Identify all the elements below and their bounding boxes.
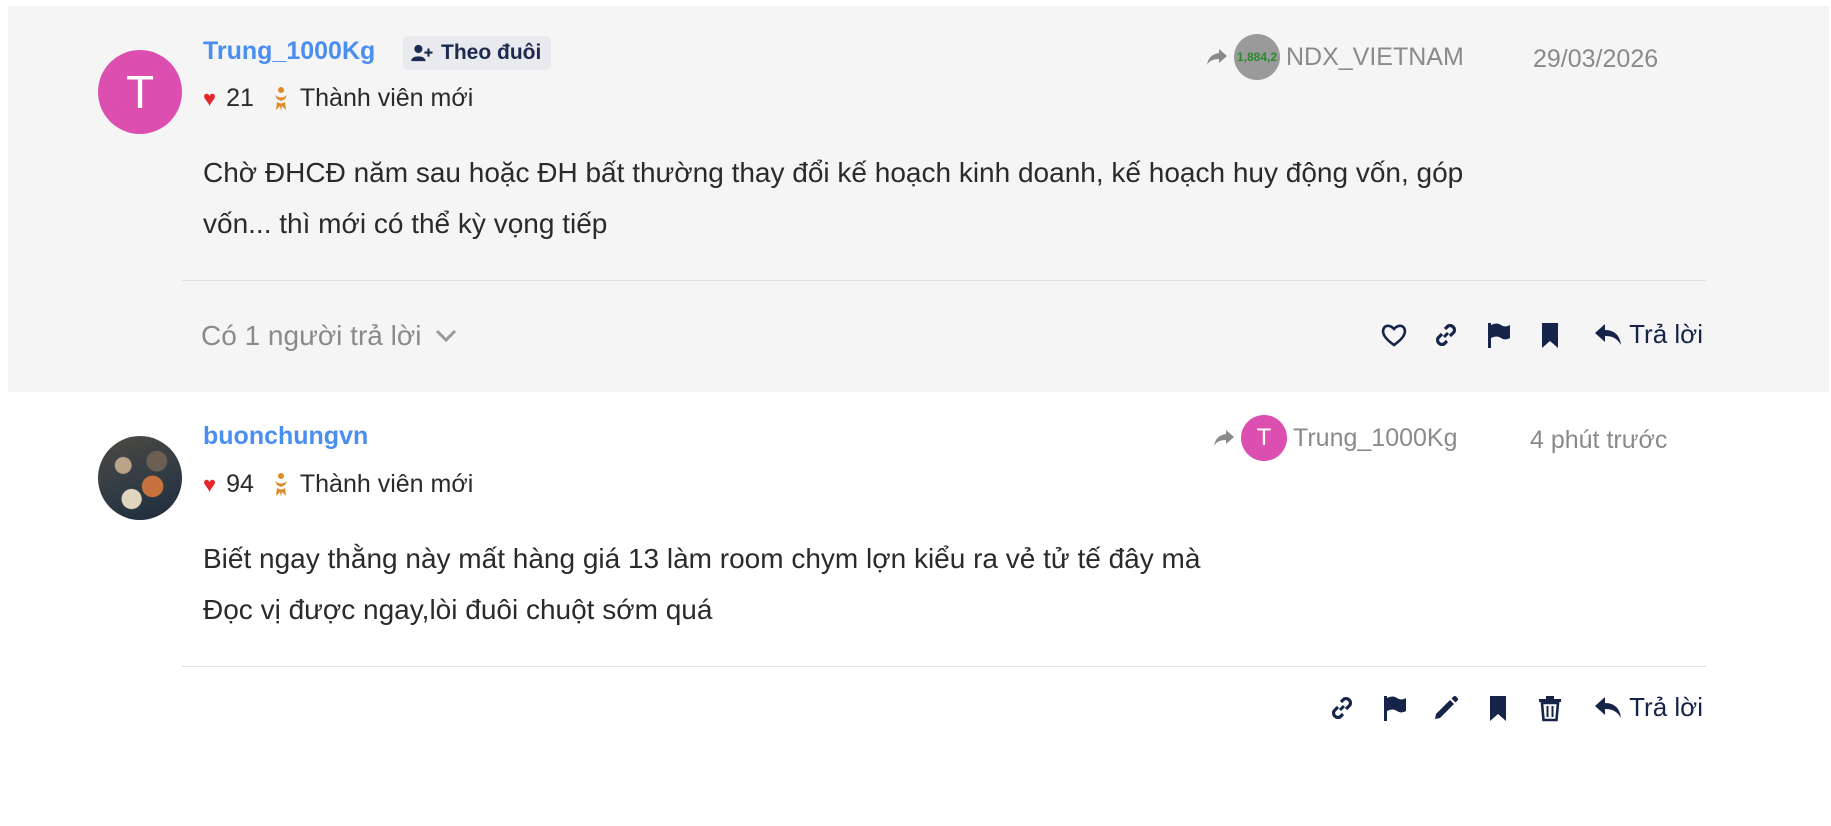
user-plus-icon (411, 44, 433, 62)
link-icon (1332, 696, 1353, 719)
divider (182, 666, 1706, 667)
user-meta: ♥ 94 Thành viên mới (203, 470, 473, 499)
replies-count-label: Có 1 người trả lời (201, 320, 422, 351)
link-icon (1436, 323, 1457, 346)
flag-icon (1384, 695, 1407, 721)
comment-body: Chờ ĐHCĐ năm sau hoặc ĐH bất thường thay… (203, 147, 1463, 249)
comment-body-line: Chờ ĐHCĐ năm sau hoặc ĐH bất thường thay… (203, 157, 1464, 188)
comment-body-line: Đọc vị được ngay,lòi đuôi chuột sớm quá (203, 594, 713, 625)
heart-outline-icon (1381, 324, 1407, 347)
heart-icon: ♥ (203, 471, 217, 497)
follow-button[interactable]: Theo đuôi (403, 36, 552, 70)
report-button[interactable] (1379, 693, 1409, 723)
username-link[interactable]: Trung_1000Kg (203, 37, 375, 66)
share-arrow-icon (1207, 49, 1227, 65)
copy-link-button[interactable] (1431, 320, 1461, 350)
follow-label: Theo đuôi (441, 41, 542, 64)
reply-to-avatar: 1,884,2 (1234, 34, 1280, 80)
comment-actions: Trả lời (1379, 319, 1703, 350)
share-arrow-icon (1214, 430, 1234, 446)
comment-actions: Trả lời (1327, 692, 1703, 723)
delete-button[interactable] (1535, 693, 1565, 723)
like-count: 94 (226, 470, 254, 498)
reply-to[interactable]: T Trung_1000Kg (1213, 415, 1457, 461)
reply-label: Trả lời (1629, 319, 1703, 349)
comment-item: T Trung_1000Kg Theo đuôi ♥ 21 Thành viên… (8, 6, 1829, 392)
flag-icon (1488, 322, 1511, 348)
edit-button[interactable] (1431, 693, 1461, 723)
comment-body: Biết ngay thằng này mất hàng giá 13 làm … (203, 533, 1200, 635)
new-member-icon (272, 472, 290, 498)
member-badge: Thành viên mới (299, 84, 474, 112)
new-member-icon (272, 86, 290, 112)
avatar[interactable]: T (98, 50, 182, 134)
reply-to-username: Trung_1000Kg (1293, 423, 1458, 452)
replies-toggle[interactable]: Có 1 người trả lời (201, 320, 457, 352)
comment-date: 4 phút trước (1530, 426, 1668, 454)
trash-icon (1539, 695, 1562, 721)
like-count: 21 (226, 84, 254, 112)
divider (182, 280, 1706, 281)
bookmark-icon (1490, 695, 1507, 721)
reply-to-avatar: T (1241, 415, 1287, 461)
reply-arrow-icon (1595, 323, 1622, 345)
avatar[interactable] (98, 436, 182, 520)
bookmark-button[interactable] (1483, 693, 1513, 723)
pencil-icon (1435, 695, 1459, 719)
reply-to[interactable]: 1,884,2 NDX_VIETNAM (1206, 34, 1464, 80)
member-badge: Thành viên mới (299, 470, 474, 498)
comment-body-line: Biết ngay thằng này mất hàng giá 13 làm … (203, 543, 1201, 574)
comment-body-line: vốn... thì mới có thể kỳ vọng tiếp (203, 208, 608, 239)
bookmark-button[interactable] (1535, 320, 1565, 350)
copy-link-button[interactable] (1327, 693, 1357, 723)
reply-arrow-icon (1595, 696, 1622, 718)
reply-to-avatar-letter: T (1256, 424, 1272, 451)
chevron-down-icon (436, 329, 457, 343)
comments-page: T Trung_1000Kg Theo đuôi ♥ 21 Thành viên… (8, 6, 1829, 826)
username-link[interactable]: buonchungvn (203, 422, 368, 451)
reply-to-avatar-text: 1,884,2 (1236, 50, 1278, 64)
bookmark-icon (1542, 322, 1559, 348)
user-meta: ♥ 21 Thành viên mới (203, 84, 473, 113)
comment-item: buonchungvn ♥ 94 Thành viên mới T Trung_… (8, 392, 1829, 826)
reply-button[interactable]: Trả lời (1593, 692, 1703, 723)
comment-date: 29/03/2026 (1533, 45, 1659, 73)
report-button[interactable] (1483, 320, 1513, 350)
like-button[interactable] (1379, 320, 1409, 350)
reply-button[interactable]: Trả lời (1593, 319, 1703, 350)
avatar-letter: T (125, 66, 155, 118)
reply-label: Trả lời (1629, 692, 1703, 722)
heart-icon: ♥ (203, 85, 217, 111)
reply-to-username: NDX_VIETNAM (1286, 42, 1464, 71)
